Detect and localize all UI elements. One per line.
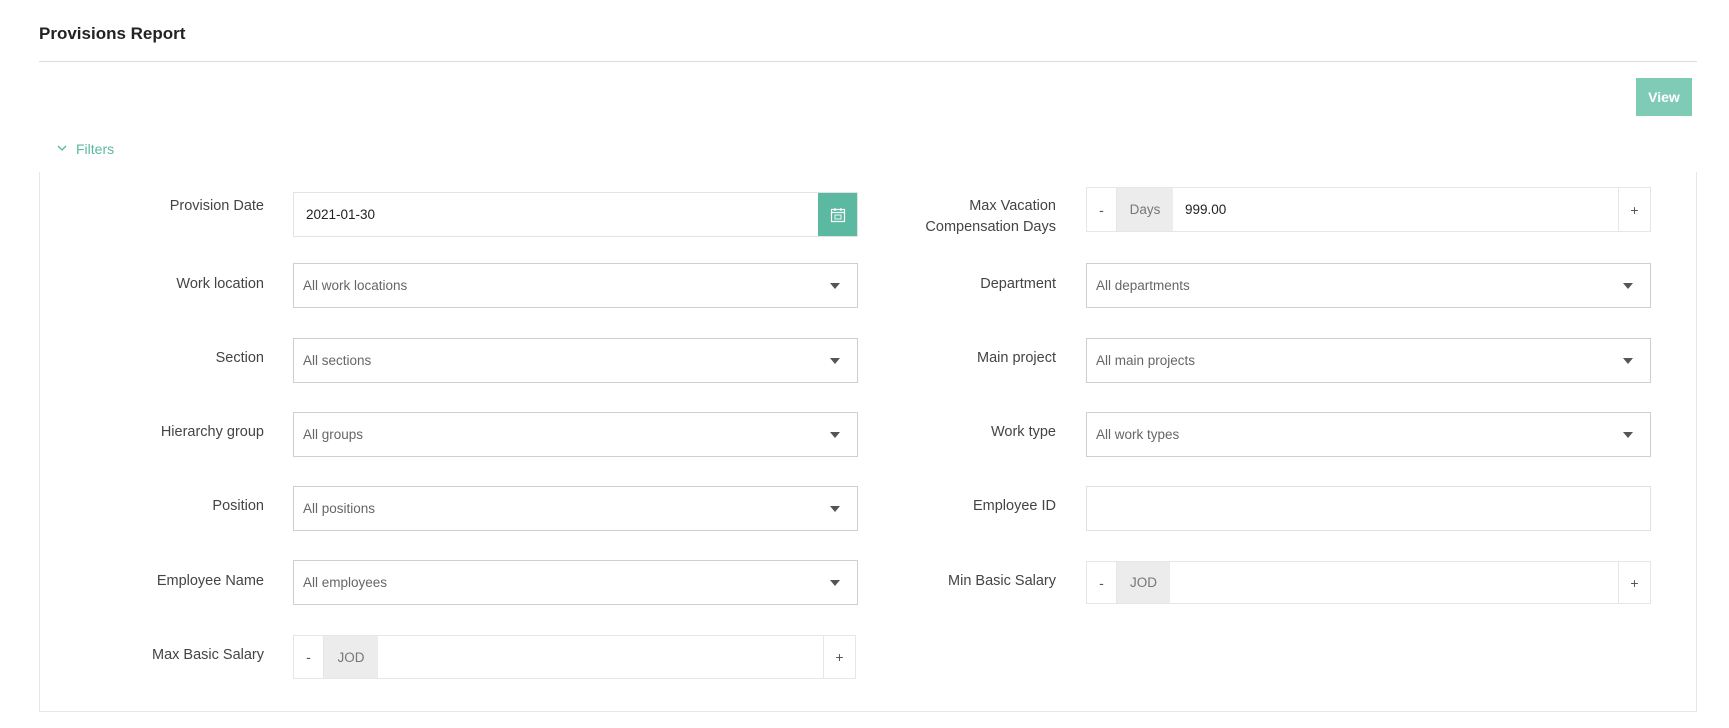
view-button[interactable]: View [1636, 78, 1692, 116]
provision-date-label: Provision Date [169, 198, 264, 214]
min-basic-salary-input[interactable] [1170, 562, 1618, 603]
main-project-select[interactable]: All main projects [1086, 338, 1651, 383]
section-label: Section [215, 350, 264, 366]
position-placeholder: All positions [303, 501, 376, 516]
work-type-placeholder: All work types [1096, 427, 1180, 442]
min-basic-salary-label: Min Basic Salary [948, 573, 1056, 589]
hierarchy-group-select[interactable]: All groups [293, 412, 858, 457]
max-vacation-label: Max Vacation Compensation Days [925, 196, 1056, 238]
max-basic-salary-increment-button[interactable]: + [823, 636, 855, 678]
caret-down-icon [830, 431, 840, 438]
min-basic-salary-increment-button[interactable]: + [1618, 562, 1650, 603]
work-location-placeholder: All work locations [303, 278, 408, 293]
main-project-label: Main project [977, 350, 1056, 366]
page-title: Provisions Report [39, 24, 186, 43]
max-basic-salary-stepper[interactable]: - JOD + [293, 635, 856, 679]
caret-down-icon [830, 282, 840, 289]
provision-date-field[interactable]: 2021-01-30 [293, 192, 858, 237]
employee-name-placeholder: All employees [303, 575, 388, 590]
filters-toggle[interactable]: Filters [56, 141, 114, 157]
employee-id-label: Employee ID [972, 498, 1056, 514]
max-vacation-stepper[interactable]: - Days 999.00 + [1086, 187, 1651, 232]
max-vacation-increment-button[interactable]: + [1618, 188, 1650, 231]
work-location-select[interactable]: All work locations [293, 263, 858, 308]
hierarchy-group-label: Hierarchy group [160, 424, 264, 440]
department-select[interactable]: All departments [1086, 263, 1651, 308]
department-placeholder: All departments [1096, 278, 1190, 293]
max-vacation-label-line1: Max Vacation [969, 198, 1056, 214]
caret-down-icon [1623, 282, 1633, 289]
calendar-icon[interactable] [818, 193, 857, 236]
position-select[interactable]: All positions [293, 486, 858, 531]
caret-down-icon [830, 505, 840, 512]
employee-id-input[interactable] [1086, 486, 1651, 531]
provision-date-value[interactable]: 2021-01-30 [294, 207, 818, 222]
work-type-select[interactable]: All work types [1086, 412, 1651, 457]
caret-down-icon [830, 357, 840, 364]
caret-down-icon [1623, 357, 1633, 364]
employee-name-label: Employee Name [156, 573, 264, 589]
department-label: Department [980, 276, 1056, 292]
work-type-label: Work type [990, 424, 1056, 440]
max-vacation-unit: Days [1117, 188, 1173, 231]
filters-toggle-label: Filters [76, 141, 115, 157]
title-divider [39, 61, 1697, 62]
caret-down-icon [830, 579, 840, 586]
max-basic-salary-decrement-button[interactable]: - [294, 636, 324, 678]
chevron-down-icon [56, 141, 68, 157]
min-basic-salary-unit: JOD [1117, 562, 1170, 603]
main-project-placeholder: All main projects [1096, 353, 1196, 368]
max-basic-salary-label: Max Basic Salary [151, 647, 264, 663]
min-basic-salary-decrement-button[interactable]: - [1087, 562, 1117, 603]
min-basic-salary-stepper[interactable]: - JOD + [1086, 561, 1651, 604]
work-location-label: Work location [176, 276, 264, 292]
max-vacation-decrement-button[interactable]: - [1087, 188, 1117, 231]
section-placeholder: All sections [303, 353, 372, 368]
caret-down-icon [1623, 431, 1633, 438]
hierarchy-group-placeholder: All groups [303, 427, 364, 442]
employee-name-select[interactable]: All employees [293, 560, 858, 605]
section-select[interactable]: All sections [293, 338, 858, 383]
position-label: Position [212, 498, 264, 514]
max-vacation-label-line2: Compensation Days [925, 219, 1056, 235]
max-vacation-input[interactable]: 999.00 [1173, 188, 1618, 231]
max-basic-salary-unit: JOD [324, 636, 378, 678]
max-basic-salary-input[interactable] [378, 636, 823, 678]
